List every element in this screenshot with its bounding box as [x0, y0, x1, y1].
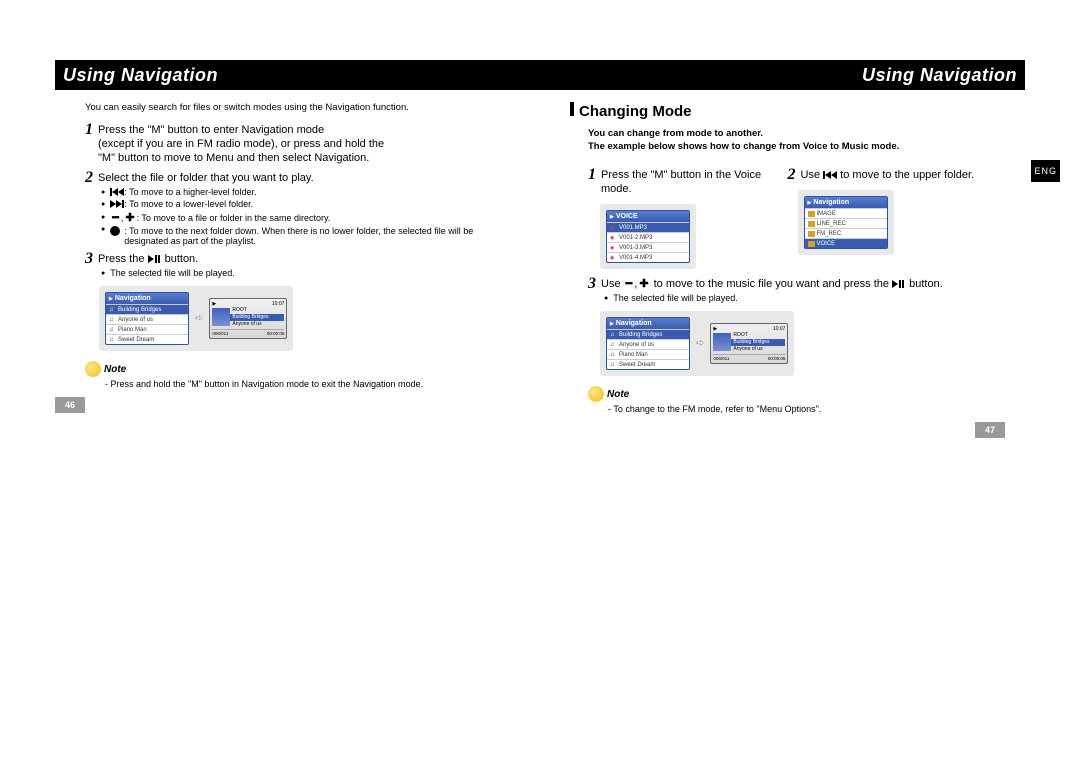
- note-icon: [588, 386, 604, 402]
- voice-screen: VOICE V001.MP3 V001-2.MP3 V001-3.MP3 V00…: [606, 210, 690, 263]
- device-illustration: Navigation Building Bridges Anyone of us…: [99, 286, 293, 351]
- rewind-icon: [110, 188, 124, 196]
- note-icon: [85, 361, 101, 377]
- note-block: Note: [588, 386, 1005, 402]
- note-text: - To change to the FM mode, refer to "Me…: [608, 404, 1005, 414]
- intro-line-2: The example below shows how to change fr…: [588, 141, 1005, 152]
- bullet-text: : To move to a lower-level folder.: [124, 199, 253, 209]
- step-3: 3 Use ━,✚ to move to the music file you …: [588, 277, 1005, 291]
- clock: 10:07: [272, 301, 285, 307]
- step-2-text: Select the file or folder that you want …: [98, 171, 314, 185]
- language-tab: ENG: [1031, 160, 1060, 182]
- step-number: 2: [788, 168, 796, 182]
- device-illustration: Navigation Building Bridges Anyone of us…: [600, 311, 794, 376]
- list-item: Anyone of us: [106, 314, 188, 324]
- bullet-row: : To move to a lower-level folder.: [101, 199, 510, 209]
- bullet-row: : To move to the next folder down. When …: [101, 226, 510, 246]
- list-item: IMAGE: [805, 208, 887, 218]
- minus-icon: ━: [112, 211, 119, 224]
- voice-screen-illustration: VOICE V001.MP3 V001-2.MP3 V001-3.MP3 V00…: [600, 204, 696, 269]
- arrow-icon: ➪: [195, 313, 203, 324]
- header-title-right: Using Navigation: [862, 65, 1017, 86]
- step-1-text: Press the "M" button to enter Navigation…: [98, 123, 384, 165]
- step-1: 1 Press the "M" button in the Voice mode…: [588, 168, 788, 196]
- sub-bullet: The selected file will be played.: [101, 268, 510, 278]
- intro-line-1: You can change from mode to another.: [588, 128, 1005, 139]
- list-item: Piano Man: [106, 324, 188, 334]
- playback-screen: ▶10:07 ROOT Building Bridges Anyone of u…: [209, 298, 287, 339]
- header-bar: Using Navigation Using Navigation: [55, 60, 1025, 90]
- screen-title: Navigation: [805, 197, 887, 208]
- bullet-text: : To move to a higher-level folder.: [124, 187, 256, 197]
- note-text: - Press and hold the "M" button in Navig…: [105, 379, 510, 389]
- nav-screen-illustration: Navigation IMAGE LINE_REC FM_REC VOICE: [798, 190, 894, 255]
- intro-text: You can easily search for files or switc…: [85, 102, 510, 113]
- step-3-text: Use ━,✚ to move to the music file you wa…: [601, 277, 943, 291]
- circle-button-icon: [110, 226, 120, 236]
- sub-bullet: The selected file will be played.: [604, 293, 1005, 303]
- arrow-icon: ➪: [696, 338, 704, 349]
- album-art: [713, 333, 731, 351]
- list-item: Sweet Dream: [106, 334, 188, 344]
- step-number: 2: [85, 171, 93, 185]
- step-2-text: Use to move to the upper folder.: [801, 168, 975, 182]
- bullet-text: : To move to the next folder down. When …: [124, 226, 510, 246]
- step-3-text: Press the button.: [98, 252, 198, 266]
- step-number: 1: [85, 123, 93, 137]
- step-1: 1 Press the "M" button to enter Navigati…: [85, 123, 510, 165]
- note-label: Note: [607, 389, 629, 400]
- play-pause-icon: [892, 280, 906, 288]
- note-block: Note: [85, 361, 510, 377]
- page-number: 47: [975, 422, 1005, 438]
- list-item: Building Bridges: [607, 329, 689, 339]
- section-heading: Changing Mode: [570, 102, 1005, 120]
- step-1-text: Press the "M" button in the Voice mode.: [601, 168, 788, 196]
- plus-icon: ✚: [639, 277, 648, 291]
- album-art: [212, 308, 230, 326]
- list-item: Piano Man: [607, 349, 689, 359]
- clock: 10:07: [773, 326, 786, 332]
- list-item: V001-2.MP3: [607, 232, 689, 242]
- play-pause-icon: [148, 255, 162, 263]
- nav-screen: Navigation Building Bridges Anyone of us…: [606, 317, 690, 370]
- step-2-bullets: : To move to a higher-level folder. : To…: [101, 187, 510, 246]
- playback-screen: ▶10:07 ROOT Building Bridges Anyone of u…: [710, 323, 788, 364]
- page-number: 46: [55, 397, 85, 413]
- heading-bar-icon: [570, 102, 574, 116]
- list-item: Sweet Dream: [607, 359, 689, 369]
- list-item: V001-3.MP3: [607, 242, 689, 252]
- list-item: V001.MP3: [607, 222, 689, 232]
- forward-icon: [110, 200, 124, 208]
- minus-icon: ━: [626, 277, 633, 291]
- left-column: You can easily search for files or switc…: [55, 102, 540, 438]
- play-indicator: ▶: [212, 301, 216, 307]
- plus-icon: ✚: [125, 211, 134, 224]
- header-title-left: Using Navigation: [63, 65, 218, 86]
- list-item: V001-4.MP3: [607, 252, 689, 262]
- bullet-row: ━,✚ : To move to a file or folder in the…: [101, 211, 510, 224]
- play-indicator: ▶: [713, 326, 717, 332]
- screen-title: VOICE: [607, 211, 689, 222]
- manual-page: Using Navigation Using Navigation ENG Yo…: [0, 0, 1080, 763]
- bullet-text: : To move to a file or folder in the sam…: [137, 213, 331, 223]
- note-label: Note: [104, 364, 126, 375]
- screen-title: Navigation: [607, 318, 689, 329]
- nav-folder-screen: Navigation IMAGE LINE_REC FM_REC VOICE: [804, 196, 888, 249]
- step-number: 3: [588, 277, 596, 291]
- step-number: 1: [588, 168, 596, 182]
- right-column: Changing Mode You can change from mode t…: [540, 102, 1025, 438]
- list-item: FM_REC: [805, 228, 887, 238]
- nav-screen: Navigation Building Bridges Anyone of us…: [105, 292, 189, 345]
- step-number: 3: [85, 252, 93, 266]
- screen-title: Navigation: [106, 293, 188, 304]
- step-3: 3 Press the button.: [85, 252, 510, 266]
- step-2: 2 Select the file or folder that you wan…: [85, 171, 510, 185]
- bullet-row: : To move to a higher-level folder.: [101, 187, 510, 197]
- list-item: VOICE: [805, 238, 887, 248]
- list-item: Building Bridges: [106, 304, 188, 314]
- rewind-icon: [823, 171, 837, 179]
- step-2: 2 Use to move to the upper folder.: [788, 168, 1006, 182]
- list-item: LINE_REC: [805, 218, 887, 228]
- list-item: Anyone of us: [607, 339, 689, 349]
